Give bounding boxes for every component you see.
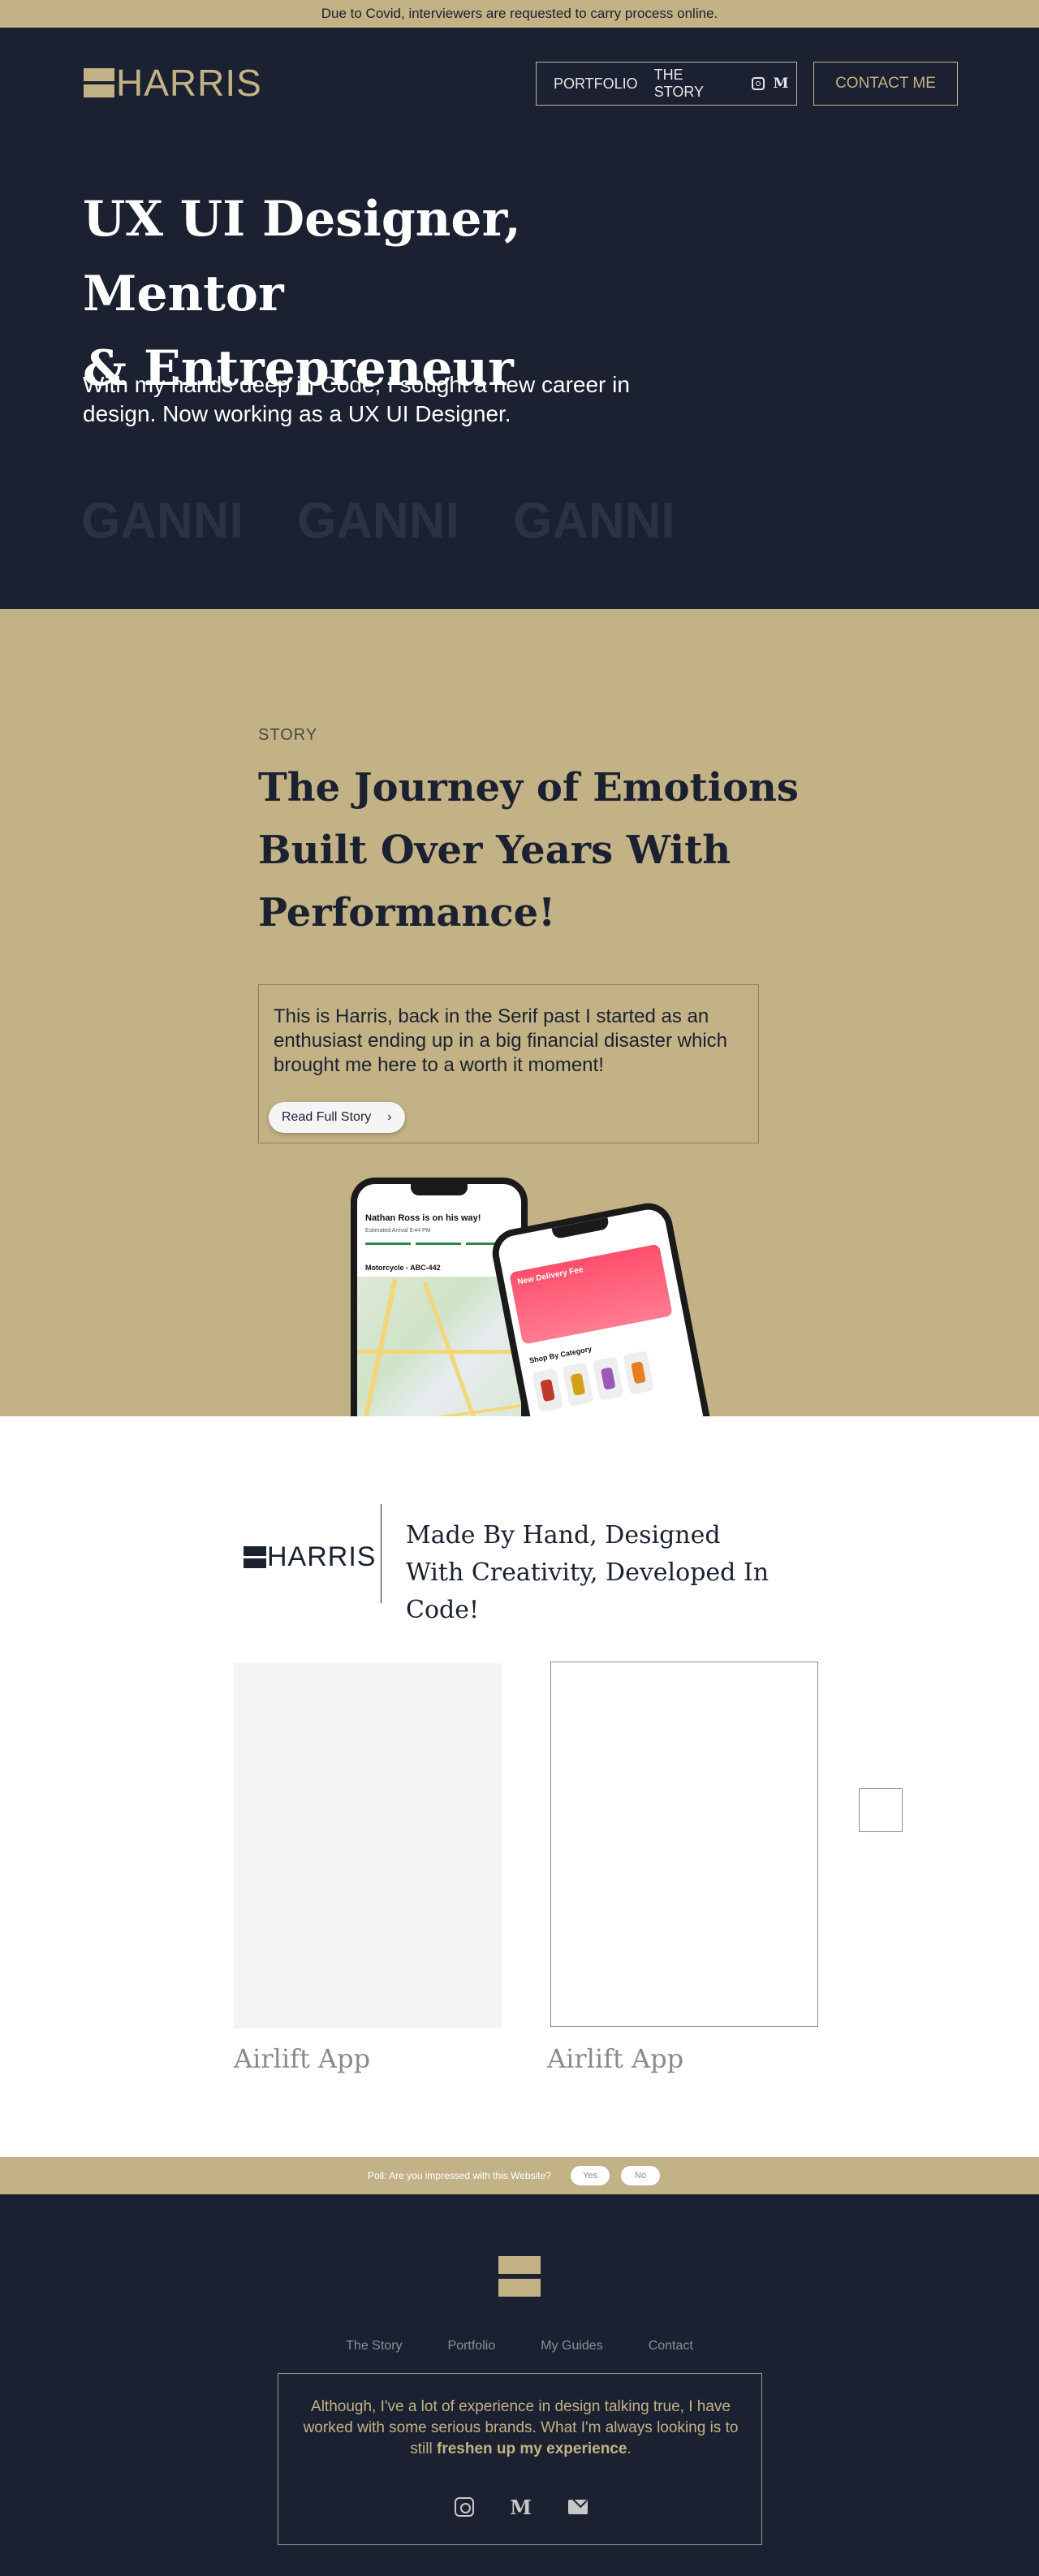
footer-nav-the-story[interactable]: The Story — [346, 2339, 402, 2353]
footer-nav-portfolio[interactable]: Portfolio — [448, 2339, 496, 2353]
phone-screen: Nathan Ross is on his way! Estimated Arr… — [357, 1184, 521, 1416]
poll-question: Poll: Are you impressed with this Websit… — [368, 2170, 551, 2181]
instagram-icon[interactable] — [751, 76, 765, 91]
footer-nav-contact[interactable]: Contact — [649, 2339, 693, 2353]
map-image — [357, 1277, 521, 1416]
site-logo[interactable]: HARRIS — [84, 64, 262, 102]
work-logo: HARRIS — [244, 1543, 376, 1571]
phone-progress-bar — [365, 1243, 511, 1245]
brand-logo: GANNI — [81, 493, 244, 549]
brand-logo: GANNI — [297, 493, 459, 549]
phone-tracking-subtitle: Estimated Arrival 9:44 PM — [365, 1228, 431, 1234]
project-card[interactable] — [550, 1662, 818, 2027]
footer-nav: The Story Portfolio My Guides Contact — [0, 2339, 1039, 2353]
brand-logos: GANNI GANNI GANNI — [81, 492, 729, 550]
read-full-story-button[interactable]: Read Full Story › — [269, 1102, 405, 1133]
nav-the-story[interactable]: THE STORY — [654, 67, 735, 101]
chevron-right-icon: › — [387, 1110, 392, 1124]
work-tagline: Made By Hand, Designed With Creativity, … — [406, 1521, 770, 1624]
hero-section: HARRIS PORTFOLIO THE STORY M CONTACT ME … — [0, 28, 1039, 609]
project-card[interactable] — [234, 1663, 502, 2029]
project-card-label[interactable]: Airlift App — [547, 2043, 683, 2074]
phone-promo-banner: New Delivery Fee — [509, 1243, 673, 1345]
footer-about-text: Although, I've a lot of experience in de… — [303, 2398, 739, 2457]
footer-nav-my-guides[interactable]: My Guides — [541, 2339, 602, 2353]
story-card: This is Harris, back in the Serif past I… — [258, 984, 759, 1143]
phone-screen: New Delivery Fee Shop By Category — [495, 1206, 710, 1416]
work-section: HARRIS Made By Hand, Designed With Creat… — [0, 1416, 1039, 2157]
contact-me-button[interactable]: CONTACT ME — [813, 62, 958, 106]
hero-subtitle: With my hands deep in Code, I sought a n… — [83, 372, 630, 426]
instagram-icon[interactable] — [453, 2496, 476, 2518]
medium-icon[interactable]: M — [510, 2496, 532, 2519]
story-text: This is Harris, back in the Serif past I… — [274, 1005, 728, 1076]
story-title: The Journey of Emotions Built Over Years… — [258, 765, 799, 936]
logo-mark-icon — [84, 68, 114, 97]
main-nav: PORTFOLIO THE STORY M — [536, 62, 797, 106]
mail-icon[interactable] — [567, 2496, 589, 2518]
phone-category-label: Shop By Category — [528, 1344, 593, 1365]
hero-title-line1: UX UI Designer, Mentor — [83, 191, 521, 322]
medium-icon[interactable]: M — [774, 76, 789, 92]
poll-yes-button[interactable]: Yes — [570, 2166, 610, 2185]
footer-logo-icon[interactable] — [498, 2256, 541, 2297]
carousel-next-button[interactable] — [859, 1788, 903, 1832]
phone-tracking-title: Nathan Ross is on his way! — [365, 1213, 481, 1223]
logo-mark-icon — [244, 1545, 266, 1568]
phone-mockup-shop: New Delivery Fee Shop By Category — [488, 1199, 718, 1416]
logo-text: HARRIS — [116, 62, 262, 104]
poll-bar: Poll: Are you impressed with this Websit… — [0, 2157, 1039, 2194]
footer-about-highlight: freshen up my experience — [437, 2440, 627, 2457]
banner-text: Due to Covid, interviewers are requested… — [321, 6, 718, 21]
contact-me-label: CONTACT ME — [835, 75, 936, 92]
covid-banner: Due to Covid, interviewers are requested… — [0, 0, 1039, 28]
nav-portfolio[interactable]: PORTFOLIO — [554, 76, 638, 93]
story-label: STORY — [258, 726, 318, 744]
read-full-story-label: Read Full Story — [282, 1110, 372, 1124]
footer: The Story Portfolio My Guides Contact Al… — [0, 2194, 1039, 2576]
footer-social-icons: M — [278, 2496, 763, 2519]
divider — [381, 1504, 382, 1603]
phone-ride-info: Motorcycle - ABC-442 — [365, 1264, 441, 1272]
brand-logo: GANNI — [513, 493, 675, 549]
project-card-label[interactable]: Airlift App — [234, 2043, 370, 2074]
story-section: STORY The Journey of Emotions Built Over… — [0, 609, 1039, 1416]
work-logo-text: HARRIS — [267, 1541, 377, 1572]
footer-about-box: Although, I've a lot of experience in de… — [278, 2373, 762, 2545]
poll-no-button[interactable]: No — [620, 2166, 660, 2185]
